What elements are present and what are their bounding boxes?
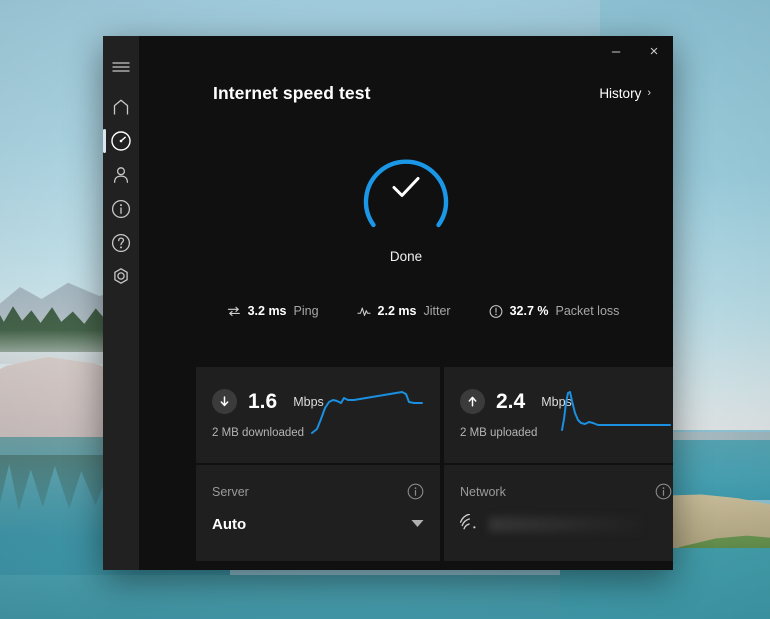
app-content: – × Internet speed test History › Done 3…: [139, 36, 673, 570]
wifi-icon: [459, 513, 479, 535]
chevron-down-icon[interactable]: [411, 519, 424, 531]
upload-sparkline: [558, 389, 673, 437]
network-stats-row: 3.2 ms Ping 2.2 ms Jitter 32.7 % Packet …: [139, 304, 673, 318]
info-circle-icon[interactable]: [407, 483, 424, 500]
results-cards: 1.6 Mbps 2 MB downloaded 2.4 Mbps 2 MB u…: [196, 367, 673, 561]
upload-speed-value: 2.4: [496, 390, 526, 413]
server-card-value-row[interactable]: Auto: [212, 516, 424, 533]
stat-packet-loss-value: 32.7 %: [509, 304, 549, 318]
stat-jitter-value: 2.2 ms: [377, 304, 417, 318]
stat-jitter: 2.2 ms Jitter: [356, 304, 451, 318]
stat-ping-label: Ping: [293, 304, 319, 318]
stat-ping: 3.2 ms Ping: [227, 304, 319, 318]
sidebar-item-about[interactable]: [103, 192, 139, 226]
network-card-header: Network: [460, 483, 672, 500]
network-card[interactable]: Network: [444, 465, 673, 561]
stat-packet-loss-label: Packet loss: [555, 304, 620, 318]
chevron-right-icon: ›: [647, 87, 651, 99]
download-card: 1.6 Mbps 2 MB downloaded: [196, 367, 440, 463]
settings-icon: [111, 267, 131, 287]
gauge-status-text: Done: [389, 249, 423, 264]
network-card-value-row: [459, 513, 672, 535]
person-icon: [111, 165, 131, 185]
download-sparkline: [310, 389, 428, 437]
info-circle-icon[interactable]: [655, 483, 672, 500]
app-sidebar: [103, 36, 139, 570]
page-header: Internet speed test History ›: [139, 76, 673, 110]
arrow-up-icon: [460, 389, 485, 414]
jitter-wave-icon: [356, 304, 371, 318]
sidebar-item-home[interactable]: [103, 90, 139, 124]
speed-gauge: [353, 136, 459, 238]
speedometer-icon: [110, 130, 132, 152]
upload-card: 2.4 Mbps 2 MB uploaded: [444, 367, 673, 463]
window-titlebar: – ×: [597, 36, 673, 70]
speed-test-window: – × Internet speed test History › Done 3…: [103, 36, 673, 570]
gauge-section: Done: [139, 136, 673, 264]
arrow-down-icon: [212, 389, 237, 414]
packet-loss-alert-icon: [489, 304, 503, 318]
sidebar-item-account[interactable]: [103, 158, 139, 192]
info-circle-icon: [111, 199, 131, 219]
sidebar-item-speed-test[interactable]: [103, 124, 139, 158]
close-button[interactable]: ×: [635, 36, 673, 66]
checkmark-icon: [353, 136, 459, 238]
ping-arrows-icon: [227, 304, 241, 318]
question-circle-icon: [111, 233, 131, 253]
network-label: Network: [460, 484, 506, 499]
sidebar-item-settings[interactable]: [103, 260, 139, 294]
stat-packet-loss: 32.7 % Packet loss: [489, 304, 620, 318]
sidebar-item-help[interactable]: [103, 226, 139, 260]
server-card-header: Server: [212, 483, 424, 500]
home-icon: [111, 98, 131, 116]
sidebar-item-menu[interactable]: [103, 50, 139, 84]
page-title: Internet speed test: [213, 82, 371, 103]
download-speed-value: 1.6: [248, 390, 278, 413]
server-label: Server: [212, 484, 249, 499]
stat-ping-value: 3.2 ms: [247, 304, 287, 318]
minimize-button[interactable]: –: [597, 36, 635, 66]
network-name-redacted: [489, 517, 641, 532]
server-card[interactable]: Server Auto: [196, 465, 440, 561]
hamburger-icon: [112, 60, 130, 74]
history-label: History: [599, 85, 642, 101]
stat-jitter-label: Jitter: [423, 304, 451, 318]
server-value: Auto: [212, 516, 247, 533]
history-link[interactable]: History ›: [599, 86, 651, 101]
